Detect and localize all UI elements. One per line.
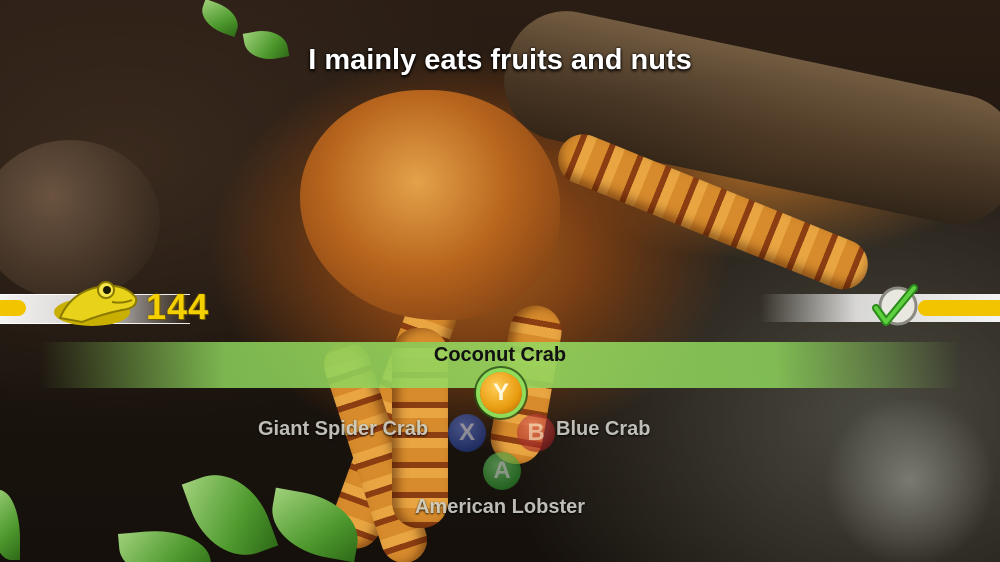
player-score: 144 — [146, 286, 210, 327]
leaf — [117, 526, 213, 562]
x-button-icon[interactable]: X — [448, 414, 486, 452]
answer-y-label[interactable]: Coconut Crab — [0, 344, 1000, 367]
answer-x-label[interactable]: Giant Spider Crab — [258, 418, 428, 441]
leaf — [196, 0, 244, 38]
checkmark-icon — [872, 284, 918, 326]
b-button-icon[interactable]: B — [517, 414, 555, 452]
frog-icon — [54, 281, 138, 326]
question-text: I mainly eats fruits and nuts — [308, 44, 692, 76]
y-button-icon[interactable]: Y — [480, 372, 522, 414]
game-scene: I mainly eats fruits and nuts 144 Coconu… — [0, 0, 1000, 562]
crab-body — [300, 90, 560, 320]
player-score-fill — [0, 300, 26, 316]
opponent-score-fill — [918, 300, 1000, 316]
background-coral — [820, 400, 1000, 562]
answer-a-label[interactable]: American Lobster — [0, 496, 1000, 519]
answer-b-label[interactable]: Blue Crab — [556, 418, 650, 441]
a-button-icon[interactable]: A — [483, 452, 521, 490]
